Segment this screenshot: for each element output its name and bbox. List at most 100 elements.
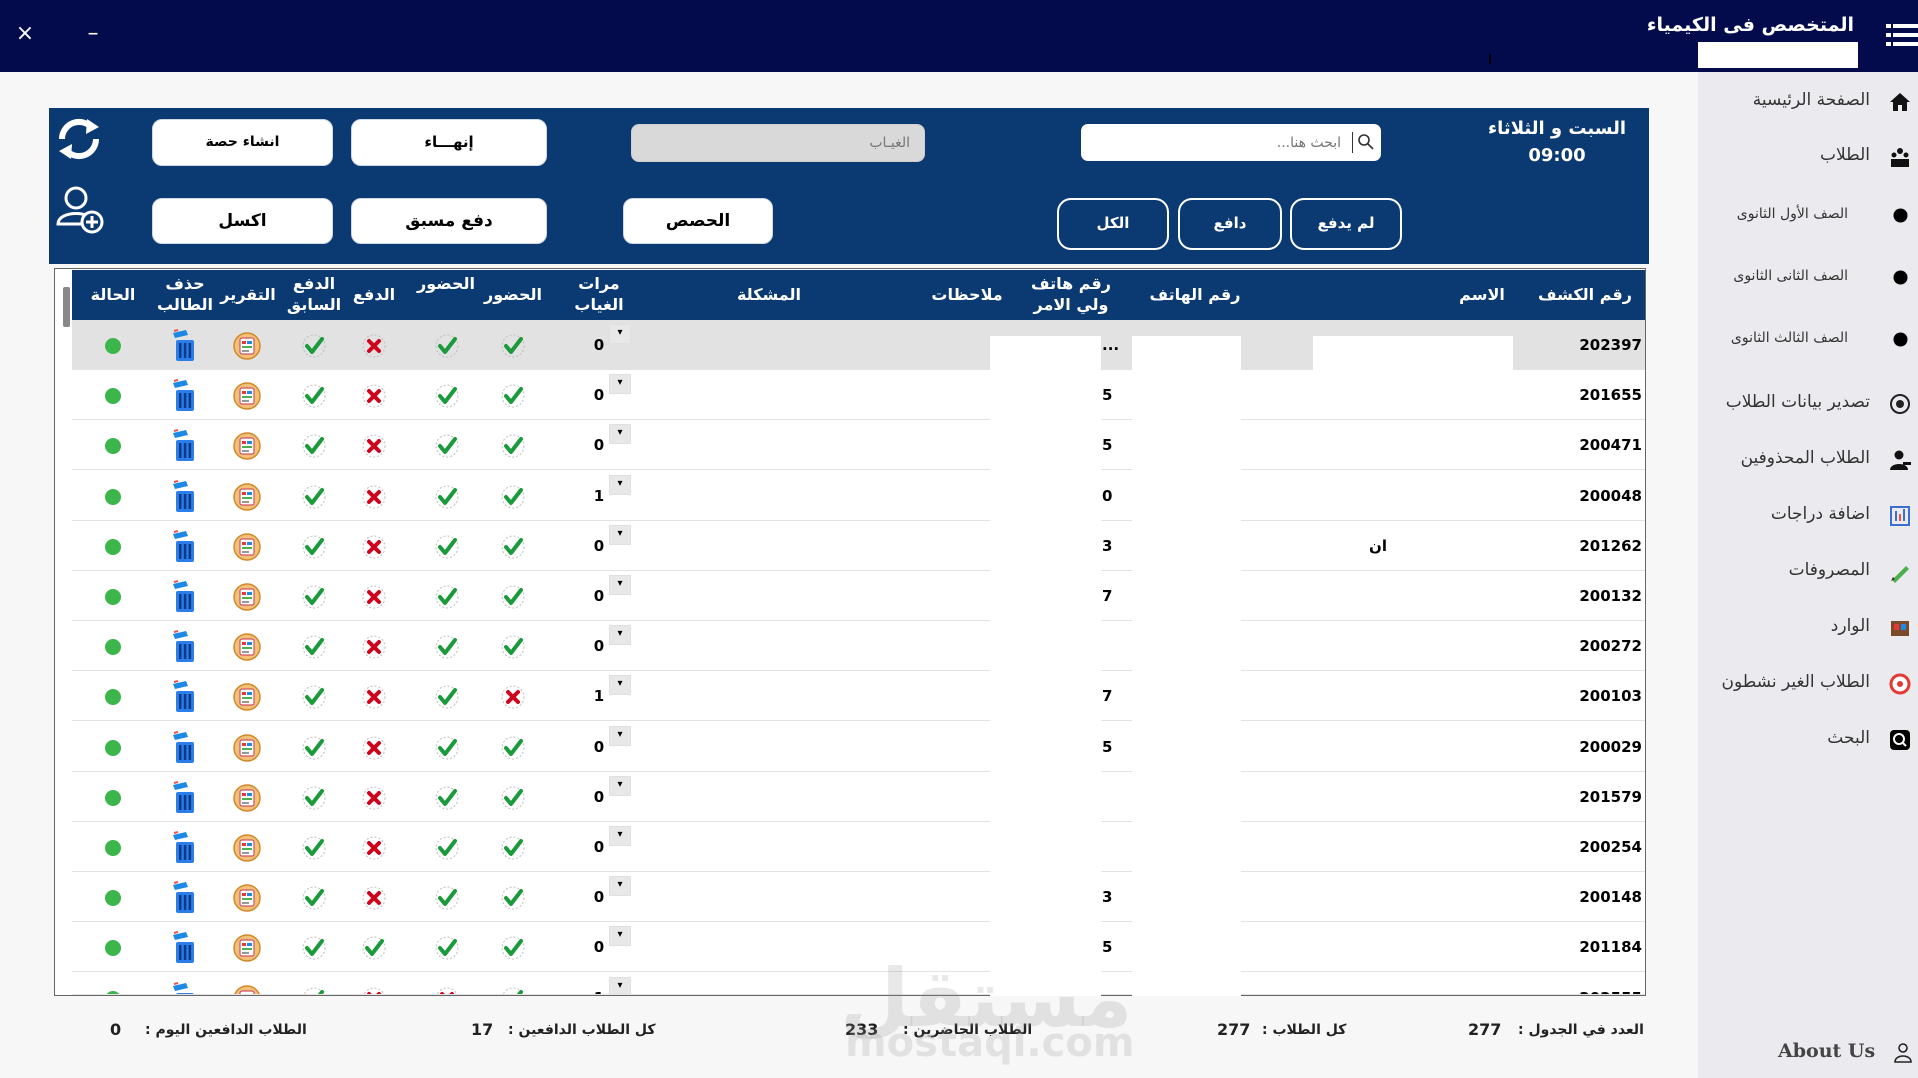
finish-button[interactable]: إنهـــاء [351,119,547,166]
attendance-check-icon[interactable] [485,571,541,620]
sidebar-item-grade-3[interactable]: الصف الثالث الثانوى [1698,321,1918,357]
attendance-check-icon[interactable] [485,822,541,871]
report-icon[interactable] [219,872,275,921]
report-icon[interactable] [219,772,275,821]
report-icon[interactable] [219,822,275,871]
attendance-check-icon[interactable] [485,521,541,570]
absences-dropdown[interactable]: ▾ [609,826,631,846]
report-icon[interactable] [219,922,275,971]
absences-dropdown[interactable]: ▾ [609,675,631,695]
delete-student-icon[interactable] [156,973,212,994]
delete-student-icon[interactable] [156,772,212,821]
absences-dropdown[interactable]: ▾ [609,424,631,444]
table-row[interactable]: 200048 0 1 ▾ [72,471,1645,521]
absences-dropdown[interactable]: ▾ [609,575,631,595]
table-row[interactable]: 201579 0 ▾ [72,772,1645,822]
prepay-button[interactable]: دفع مسبق [351,198,547,244]
report-icon[interactable] [219,320,275,369]
prev-payment-check-icon[interactable] [286,671,342,720]
payment-cross-icon[interactable] [346,822,402,871]
header-id[interactable]: رقم الكشف [1525,285,1645,305]
minimize-window-button[interactable]: – [78,20,108,48]
row-name[interactable] [1272,621,1387,670]
attendance-cross-icon[interactable] [485,671,541,720]
prev-payment-check-icon[interactable] [286,772,342,821]
row-name[interactable] [1272,722,1387,771]
attendance-check-icon[interactable] [485,722,541,771]
sidebar-item-students[interactable]: الطلاب [1698,139,1918,175]
search-input[interactable] [1081,124,1347,161]
row-name[interactable] [1272,973,1387,994]
vertical-scrollbar[interactable] [63,287,70,327]
prev-payment-check-icon[interactable] [286,621,342,670]
filter-unpaid-button[interactable]: لم يدفع [1290,198,1402,250]
absences-dropdown[interactable]: ▾ [609,374,631,394]
absences-dropdown[interactable]: ▾ [609,475,631,495]
payment-cross-icon[interactable] [346,370,402,419]
table-row[interactable]: 200148 3 0 ▾ [72,872,1645,922]
payment-cross-icon[interactable] [346,973,402,994]
filter-paid-button[interactable]: دافع [1178,198,1282,250]
attendance2-check-icon[interactable] [419,471,475,520]
create-session-button[interactable]: انشاء حصة [152,119,333,166]
attendance-check-icon[interactable] [485,872,541,921]
attendance2-check-icon[interactable] [419,621,475,670]
sidebar-item-home[interactable]: الصفحة الرئيسية [1698,84,1918,120]
prev-payment-check-icon[interactable] [286,872,342,921]
payment-cross-icon[interactable] [346,772,402,821]
report-icon[interactable] [219,571,275,620]
row-name[interactable] [1272,772,1387,821]
payment-cross-icon[interactable] [346,872,402,921]
header-delete[interactable]: حذف [150,274,220,294]
filter-all-button[interactable]: الكل [1057,198,1169,250]
payment-cross-icon[interactable] [346,320,402,369]
absences-dropdown[interactable]: ▾ [609,324,631,344]
hamburger-menu-icon[interactable] [1884,18,1918,52]
sidebar-item-grade-1[interactable]: الصف الأول الثانوى [1698,197,1918,233]
header-notes[interactable]: ملاحظات [897,285,1037,305]
prev-payment-check-icon[interactable] [286,320,342,369]
table-row[interactable]: 200132 7 0 ▾ [72,571,1645,621]
report-icon[interactable] [219,420,275,469]
search-icon[interactable] [1357,133,1375,151]
sidebar-item-expenses[interactable]: المصروفات [1698,554,1918,590]
delete-student-icon[interactable] [156,872,212,921]
absences-dropdown[interactable]: ▾ [609,776,631,796]
prev-payment-check-icon[interactable] [286,370,342,419]
sidebar-item-search[interactable]: البحث [1698,722,1918,758]
attendance2-check-icon[interactable] [419,872,475,921]
close-window-button[interactable]: × [10,20,40,48]
table-row[interactable]: 201655 5 0 ▾ [72,370,1645,420]
report-icon[interactable] [219,471,275,520]
attendance-check-icon[interactable] [485,471,541,520]
delete-student-icon[interactable] [156,471,212,520]
prev-payment-check-icon[interactable] [286,822,342,871]
delete-student-icon[interactable] [156,571,212,620]
table-row[interactable]: 201262 ان 3 0 ▾ [72,521,1645,571]
attendance2-check-icon[interactable] [419,772,475,821]
delete-student-icon[interactable] [156,370,212,419]
payment-cross-icon[interactable] [346,722,402,771]
row-name[interactable]: ان [1272,521,1387,570]
attendance-check-icon[interactable] [485,772,541,821]
table-row[interactable]: 200103 7 1 ▾ [72,671,1645,721]
report-icon[interactable] [219,722,275,771]
header-phone[interactable]: رقم الهاتف [1125,285,1265,305]
excel-button[interactable]: اكسل [152,198,333,244]
row-name[interactable] [1272,471,1387,520]
table-row[interactable]: 200029 5 0 ▾ [72,722,1645,772]
about-us-link[interactable]: About Us [1778,1040,1875,1062]
add-user-icon[interactable] [54,184,106,236]
report-icon[interactable] [219,370,275,419]
attendance2-check-icon[interactable] [419,822,475,871]
payment-cross-icon[interactable] [346,671,402,720]
attendance-check-icon[interactable] [485,922,541,971]
row-name[interactable] [1272,370,1387,419]
payment-check-icon[interactable] [346,922,402,971]
row-name[interactable] [1272,822,1387,871]
absence-input[interactable] [631,124,925,162]
sidebar-item-inactive-students[interactable]: الطلاب الغير نشطون [1698,666,1918,702]
absences-dropdown[interactable]: ▾ [609,876,631,896]
sessions-button[interactable]: الحصص [623,198,773,244]
report-icon[interactable] [219,973,275,994]
